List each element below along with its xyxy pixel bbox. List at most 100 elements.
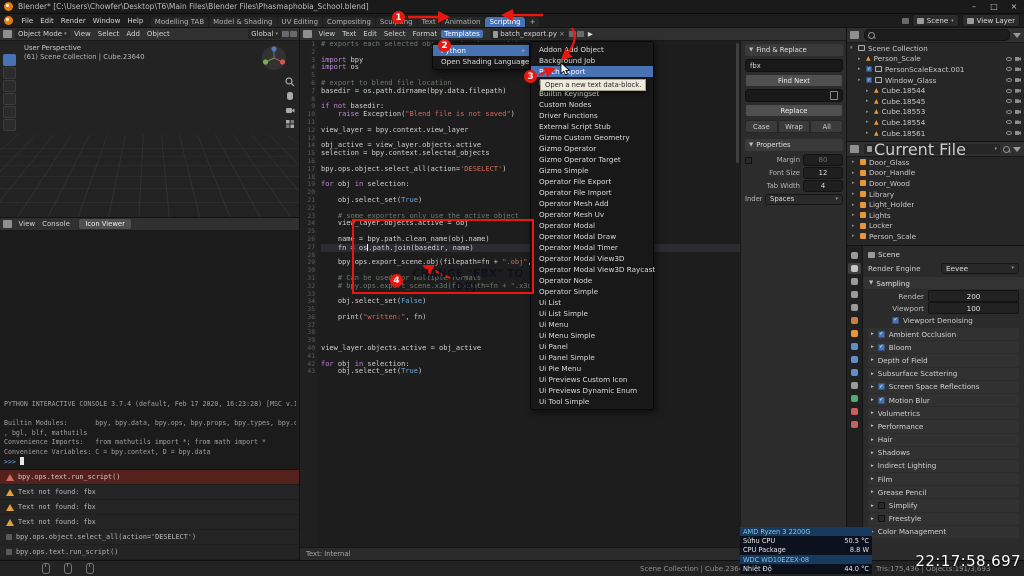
disclosure-icon[interactable]: ▸	[852, 170, 857, 176]
python-template-operator-node[interactable]: Operator Node	[531, 275, 653, 286]
python-template-ui-list-simple[interactable]: Ui List Simple	[531, 308, 653, 319]
file-row-library[interactable]: ▸Library	[847, 189, 1024, 200]
workspace-tab-modelling-tab[interactable]: Modelling TAB	[151, 17, 208, 28]
outliner-editor-type-icon[interactable]	[850, 145, 859, 153]
viewport-canvas[interactable]: User Perspective (61) Scene Collection |…	[0, 41, 300, 218]
python-template-ui-pie-menu[interactable]: Ui Pie Menu	[531, 363, 653, 374]
navigation-gizmo[interactable]	[261, 45, 287, 71]
info-row[interactable]: Text not found: fbx	[0, 515, 300, 530]
text-editor-type-icon[interactable]	[303, 30, 312, 38]
panel-bloom[interactable]: ▸✓Bloom	[868, 341, 1019, 353]
python-template-operator-modal-draw[interactable]: Operator Modal Draw	[531, 231, 653, 242]
disclosure-icon[interactable]: ▸	[866, 109, 871, 115]
run-script-icon[interactable]: ▶	[588, 30, 593, 38]
disclosure-icon[interactable]: ▸	[858, 56, 863, 62]
outliner-row-cube-18554[interactable]: ▸▲Cube.18554	[847, 117, 1024, 128]
sidebar-row-indentation[interactable]: IndentationSpaces▾	[745, 193, 843, 205]
disclosure-icon[interactable]: ▸	[852, 223, 857, 229]
python-template-operator-modal-view3d[interactable]: Operator Modal View3D	[531, 253, 653, 264]
disclosure-icon[interactable]: ▾	[850, 45, 855, 51]
info-row[interactable]: bpy.ops.text.run_script()	[0, 470, 300, 485]
viewport-denoising-checkbox[interactable]: ✓	[892, 317, 899, 324]
properties-tab-scene[interactable]	[848, 302, 861, 313]
file-row-light-holder[interactable]: ▸Light_Holder	[847, 199, 1024, 210]
screens-icon[interactable]	[902, 18, 909, 24]
python-template-operator-simple[interactable]: Operator Simple	[531, 286, 653, 297]
properties-tab-material[interactable]	[848, 406, 861, 417]
info-row[interactable]: Text not found: fbx	[0, 485, 300, 500]
menu-edit[interactable]: Edit	[37, 17, 58, 25]
console-body[interactable]: PYTHON INTERACTIVE CONSOLE 3.7.4 (defaul…	[0, 231, 300, 470]
python-template-batch-export[interactable]: Batch Export	[531, 66, 653, 77]
info-row[interactable]: bpy.ops.object.select_all(action='DESELE…	[0, 530, 300, 545]
checkbox-freestyle[interactable]	[878, 515, 885, 522]
properties-tab-output[interactable]	[848, 276, 861, 287]
python-template-operator-file-import[interactable]: Operator File Import	[531, 187, 653, 198]
cursor-tool[interactable]	[3, 67, 16, 79]
disclosure-icon[interactable]: ▸	[852, 191, 857, 197]
console-menu-view[interactable]: View	[15, 220, 39, 228]
field-indentation[interactable]: Spaces▾	[765, 194, 843, 205]
panel-indirect-lighting[interactable]: ▸Indirect Lighting	[868, 460, 1019, 472]
text-datablock-selector[interactable]: batch_export.py ×	[490, 29, 568, 39]
panel-motion-blur[interactable]: ▸✓Motion Blur	[868, 394, 1019, 406]
python-template-gizmo-simple[interactable]: Gizmo Simple	[531, 165, 653, 176]
text-menu-text[interactable]: Text	[339, 30, 360, 38]
console-menu-console[interactable]: Console	[39, 220, 74, 228]
python-template-background-job[interactable]: Background Job	[531, 55, 653, 66]
python-template-custom-nodes[interactable]: Custom Nodes	[531, 99, 653, 110]
properties-panel-header[interactable]: ▼ Properties	[745, 139, 843, 151]
properties-tab-view-layer[interactable]	[848, 289, 861, 300]
disclosure-icon[interactable]: ▸	[852, 233, 857, 239]
panel-hair[interactable]: ▸Hair	[868, 434, 1019, 446]
checkbox-motion-blur[interactable]: ✓	[878, 397, 885, 404]
sampling-value-field[interactable]: 100	[928, 302, 1019, 314]
hide-in-viewport-icon[interactable]	[1006, 67, 1012, 71]
properties-tab-texture[interactable]	[848, 419, 861, 430]
panel-performance[interactable]: ▸Performance	[868, 420, 1019, 432]
view-layer-selector[interactable]: View Layer	[962, 14, 1020, 27]
find-input[interactable]: fbx	[745, 59, 843, 72]
sidebar-row-margin[interactable]: Margin80	[745, 154, 843, 166]
python-template-ui-previews-dynamic-enum[interactable]: Ui Previews Dynamic Enum	[531, 385, 653, 396]
code-scrollbar[interactable]	[736, 43, 739, 163]
console-editor-type-icon[interactable]	[3, 220, 12, 228]
orientation-selector[interactable]: Global ▾	[248, 29, 281, 39]
mode-selector[interactable]: Object Mode ▾	[15, 29, 70, 39]
python-template-ui-menu[interactable]: Ui Menu	[531, 319, 653, 330]
file-row-door-wood[interactable]: ▸Door_Wood	[847, 178, 1024, 189]
outliner-row-cube-18544[interactable]: ▸▲Cube.18544	[847, 85, 1024, 96]
panel-color-management[interactable]: ▸Color Management	[868, 526, 1019, 538]
sidebar-row-tab-width[interactable]: Tab Width4	[745, 180, 843, 192]
python-template-gizmo-operator-target[interactable]: Gizmo Operator Target	[531, 154, 653, 165]
text-menu-templates[interactable]: Templates	[441, 30, 484, 38]
outliner-row-person-scale[interactable]: ▸▲Person_Scale	[847, 54, 1024, 65]
disable-in-renders-icon[interactable]	[1015, 67, 1021, 71]
outliner-row-cube-18553[interactable]: ▸▲Cube.18553	[847, 107, 1024, 118]
checkbox-ambient-occlusion[interactable]: ✓	[878, 331, 885, 338]
python-template-ui-tool-simple[interactable]: Ui Tool Simple	[531, 396, 653, 407]
workspace-tab-uv-editing[interactable]: UV Editing	[278, 17, 323, 28]
outliner-editor-type-icon[interactable]	[850, 31, 859, 39]
python-template-operator-mesh-add[interactable]: Operator Mesh Add	[531, 198, 653, 209]
collection-checkbox[interactable]: ✓	[866, 77, 872, 83]
outliner-row-scene-collection[interactable]: ▾Scene Collection	[847, 43, 1024, 54]
code-area[interactable]: 1234567891011121314151617181920212223242…	[300, 41, 740, 547]
python-template-operator-modal-view3d-raycast[interactable]: Operator Modal View3D Raycast	[531, 264, 653, 275]
display-mode-selector[interactable]: Current File ▾	[864, 144, 1000, 154]
snap-magnet-icon[interactable]	[282, 31, 289, 37]
python-template-gizmo-operator[interactable]: Gizmo Operator	[531, 143, 653, 154]
filter-icon[interactable]	[1013, 33, 1021, 38]
clipboard-icon[interactable]	[830, 91, 838, 100]
info-row[interactable]: bpy.ops.text.run_script()	[0, 545, 300, 560]
toggle-wrap[interactable]: Wrap	[778, 120, 811, 133]
disable-in-renders-icon[interactable]	[1015, 131, 1021, 135]
disable-in-renders-icon[interactable]	[1015, 78, 1021, 82]
code-lines[interactable]: # exports each selected object into its …	[317, 41, 740, 547]
outliner-row-cube-18561[interactable]: ▸▲Cube.18561	[847, 128, 1024, 139]
blender-menu-icon[interactable]	[4, 16, 13, 25]
text-menu-select[interactable]: Select	[380, 30, 409, 38]
panel-depth-of-field[interactable]: ▸Depth of Field	[868, 354, 1019, 366]
workspace-tab-model-shading[interactable]: Model & Shading	[209, 17, 276, 28]
disclosure-icon[interactable]: ▸	[858, 66, 863, 72]
